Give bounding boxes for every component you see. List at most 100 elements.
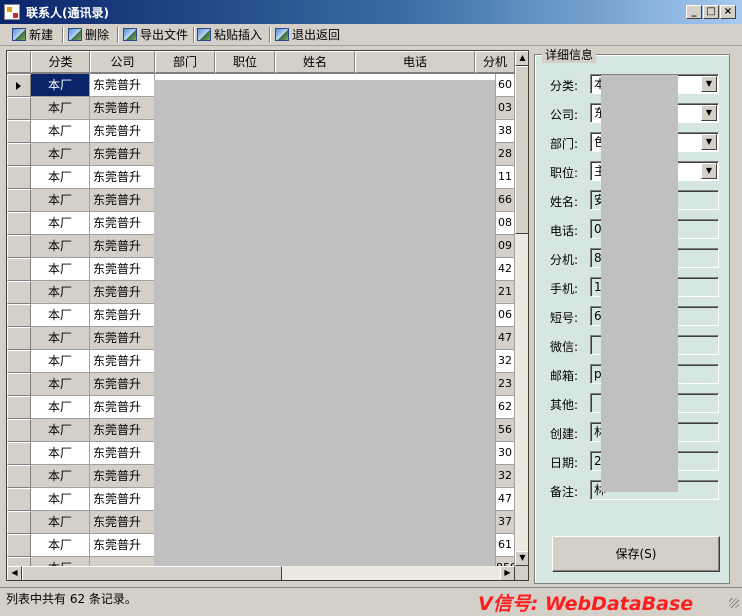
cell-category[interactable]: 本厂: [31, 281, 90, 304]
cell-extension[interactable]: 61: [496, 534, 515, 557]
cell-company[interactable]: 东莞普升: [90, 212, 155, 235]
row-header[interactable]: [7, 534, 31, 557]
row-header[interactable]: [7, 511, 31, 534]
cell-company[interactable]: 东莞普升: [90, 189, 155, 212]
cell-extension[interactable]: 08: [496, 212, 515, 235]
column-header[interactable]: 姓名: [275, 51, 355, 73]
row-header[interactable]: [7, 189, 31, 212]
cell-extension[interactable]: 28: [496, 143, 515, 166]
cell-category[interactable]: 本厂: [31, 304, 90, 327]
resize-grip-icon[interactable]: [729, 598, 739, 608]
cell-extension[interactable]: 858: [496, 557, 515, 566]
cell-category[interactable]: 本厂: [31, 235, 90, 258]
row-header[interactable]: [7, 143, 31, 166]
vertical-scrollbar[interactable]: ▲ ▼: [515, 51, 528, 566]
scroll-thumb[interactable]: [22, 566, 282, 580]
cell-category[interactable]: 本厂: [31, 350, 90, 373]
cell-company[interactable]: 东莞普升: [90, 97, 155, 120]
cell-extension[interactable]: 30: [496, 442, 515, 465]
column-header[interactable]: 公司: [90, 51, 155, 73]
close-button[interactable]: ×: [720, 5, 736, 19]
cell-company[interactable]: 东莞普升: [90, 327, 155, 350]
row-header[interactable]: [7, 281, 31, 304]
cell-category[interactable]: 本厂: [31, 488, 90, 511]
cell-category[interactable]: 本厂: [31, 166, 90, 189]
dropdown-arrow-icon[interactable]: ▼: [701, 105, 717, 121]
save-button[interactable]: 保存(S): [552, 536, 720, 572]
cell-category[interactable]: 本厂: [31, 534, 90, 557]
scroll-up-icon[interactable]: ▲: [515, 51, 528, 66]
export-file-button[interactable]: 导出文件: [123, 26, 188, 44]
cell-category[interactable]: 本厂: [31, 258, 90, 281]
cell-extension[interactable]: 21: [496, 281, 515, 304]
cell-category[interactable]: 本厂: [31, 97, 90, 120]
cell-category[interactable]: 本厂: [31, 442, 90, 465]
cell-category[interactable]: 本厂: [31, 396, 90, 419]
cell-category[interactable]: 本厂: [31, 557, 90, 566]
row-header[interactable]: [7, 350, 31, 373]
cell-category[interactable]: 本厂: [31, 212, 90, 235]
row-header[interactable]: [7, 235, 31, 258]
row-header[interactable]: [7, 465, 31, 488]
cell-extension[interactable]: 60: [496, 74, 515, 97]
cell-category[interactable]: 本厂: [31, 74, 90, 97]
cell-extension[interactable]: 11: [496, 166, 515, 189]
cell-company[interactable]: 东莞普升: [90, 258, 155, 281]
cell-extension[interactable]: 06: [496, 304, 515, 327]
delete-button[interactable]: 删除: [68, 26, 109, 44]
cell-company[interactable]: 东莞普升: [90, 488, 155, 511]
horizontal-scrollbar[interactable]: ◀ ▶: [7, 566, 515, 580]
cell-extension[interactable]: 66: [496, 189, 515, 212]
cell-category[interactable]: 本厂: [31, 511, 90, 534]
cell-category[interactable]: 本厂: [31, 189, 90, 212]
cell-company[interactable]: 东莞普升: [90, 74, 155, 97]
row-header[interactable]: [7, 327, 31, 350]
row-header[interactable]: [7, 442, 31, 465]
cell-extension[interactable]: 47: [496, 488, 515, 511]
exit-return-button[interactable]: 退出返回: [275, 26, 340, 44]
dropdown-arrow-icon[interactable]: ▼: [701, 163, 717, 179]
cell-category[interactable]: 本厂: [31, 327, 90, 350]
scroll-down-icon[interactable]: ▼: [515, 551, 528, 566]
cell-company[interactable]: 东莞普升: [90, 511, 155, 534]
column-header[interactable]: 分类: [31, 51, 90, 73]
cell-extension[interactable]: 23: [496, 373, 515, 396]
dropdown-arrow-icon[interactable]: ▼: [701, 134, 717, 150]
cell-extension[interactable]: 38: [496, 120, 515, 143]
cell-extension[interactable]: 56: [496, 419, 515, 442]
row-header[interactable]: [7, 166, 31, 189]
cell-company[interactable]: 东莞普升: [90, 442, 155, 465]
scroll-left-icon[interactable]: ◀: [7, 566, 22, 580]
row-header[interactable]: [7, 120, 31, 143]
cell-company[interactable]: 东莞普升: [90, 143, 155, 166]
row-header[interactable]: [7, 74, 31, 97]
row-header[interactable]: [7, 396, 31, 419]
cell-extension[interactable]: 32: [496, 465, 515, 488]
row-header[interactable]: [7, 97, 31, 120]
cell-category[interactable]: 本厂: [31, 373, 90, 396]
cell-company[interactable]: [90, 557, 155, 566]
minimize-button[interactable]: _: [686, 5, 702, 19]
maximize-button[interactable]: □: [703, 5, 719, 19]
cell-extension[interactable]: 37: [496, 511, 515, 534]
column-header[interactable]: 分机: [475, 51, 515, 73]
cell-company[interactable]: 东莞普升: [90, 465, 155, 488]
row-header[interactable]: [7, 258, 31, 281]
row-header[interactable]: [7, 557, 31, 566]
row-header[interactable]: [7, 488, 31, 511]
cell-extension[interactable]: 09: [496, 235, 515, 258]
scroll-right-icon[interactable]: ▶: [500, 566, 515, 580]
column-header[interactable]: 部门: [155, 51, 215, 73]
cell-company[interactable]: 东莞普升: [90, 350, 155, 373]
row-header[interactable]: [7, 212, 31, 235]
column-header[interactable]: 电话: [355, 51, 475, 73]
row-header[interactable]: [7, 304, 31, 327]
cell-extension[interactable]: 32: [496, 350, 515, 373]
cell-category[interactable]: 本厂: [31, 143, 90, 166]
new-button[interactable]: 新建: [12, 26, 53, 44]
cell-extension[interactable]: 03: [496, 97, 515, 120]
paste-insert-button[interactable]: 粘贴插入: [197, 26, 262, 44]
cell-company[interactable]: 东莞普升: [90, 419, 155, 442]
cell-company[interactable]: 东莞普升: [90, 396, 155, 419]
cell-company[interactable]: 东莞普升: [90, 235, 155, 258]
